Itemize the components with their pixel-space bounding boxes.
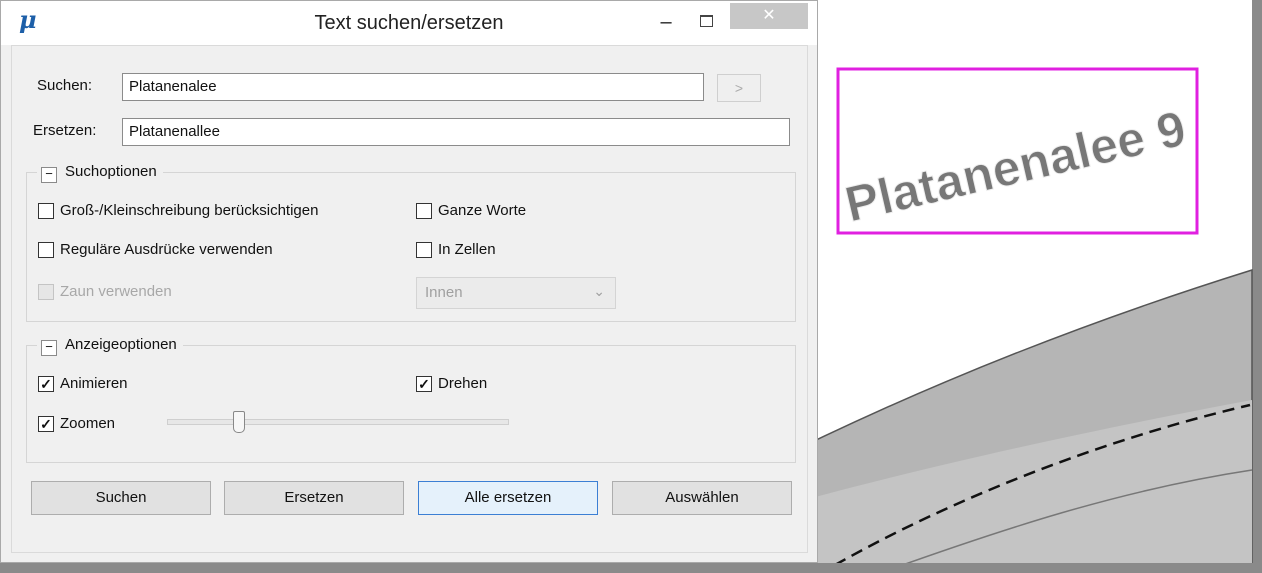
checkbox-box	[38, 283, 54, 300]
in-cells-checkbox[interactable]: In Zellen	[416, 241, 496, 258]
select-button[interactable]: Auswählen	[612, 481, 792, 515]
zoom-label: Zoomen	[60, 415, 116, 432]
checkbox-box[interactable]	[416, 202, 432, 219]
display-options-group	[26, 345, 796, 463]
in-cells-label: In Zellen	[438, 241, 496, 258]
rotate-label: Drehen	[438, 375, 488, 392]
search-button[interactable]: Suchen	[31, 481, 211, 515]
replace-label: Ersetzen:	[33, 122, 97, 139]
case-sensitive-checkbox[interactable]: Groß-/Kleinschreibung berücksichtigen	[38, 202, 318, 219]
rotate-checkbox[interactable]: ✓ Drehen	[416, 375, 487, 392]
search-label: Suchen:	[37, 77, 93, 94]
zoom-checkbox[interactable]: ✓ Zoomen	[38, 415, 115, 432]
use-fence-label: Zaun verwenden	[60, 283, 172, 300]
maximize-icon	[699, 15, 713, 27]
title-bar: μ Text suchen/ersetzen – ✕	[1, 1, 817, 45]
find-next-button[interactable]: >	[717, 74, 761, 102]
search-options-header[interactable]: − Suchoptionen	[37, 163, 163, 183]
replace-button[interactable]: Ersetzen	[224, 481, 404, 515]
regex-label: Reguläre Ausdrücke verwenden	[60, 241, 273, 258]
checkmark-icon[interactable]: ✓	[416, 375, 432, 392]
zoom-slider-track[interactable]	[167, 419, 509, 425]
close-button[interactable]: ✕	[730, 3, 808, 29]
checkbox-box[interactable]	[38, 202, 54, 219]
collapse-icon[interactable]: −	[41, 340, 57, 356]
fence-mode-select: Innen ⌄	[416, 277, 616, 309]
collapse-icon[interactable]: −	[41, 167, 57, 183]
search-options-title: Suchoptionen	[65, 163, 157, 180]
display-options-header[interactable]: − Anzeigeoptionen	[37, 336, 183, 356]
animate-label: Animieren	[60, 375, 128, 392]
checkbox-box[interactable]	[38, 241, 54, 258]
fence-mode-value: Innen	[425, 284, 463, 301]
zoom-slider-thumb[interactable]	[233, 411, 245, 433]
animate-checkbox[interactable]: ✓ Animieren	[38, 375, 128, 392]
whole-words-checkbox[interactable]: Ganze Worte	[416, 202, 526, 219]
checkmark-icon[interactable]: ✓	[38, 375, 54, 392]
view-border-bottom	[0, 563, 1262, 573]
case-sensitive-label: Groß-/Kleinschreibung berücksichtigen	[60, 202, 319, 219]
maximize-button[interactable]	[693, 7, 719, 37]
search-input[interactable]: Platanenalee	[122, 73, 704, 101]
use-fence-checkbox: Zaun verwenden	[38, 283, 172, 300]
whole-words-label: Ganze Worte	[438, 202, 527, 219]
chevron-down-icon: ⌄	[593, 283, 605, 299]
find-replace-dialog: μ Text suchen/ersetzen – ✕ Suchen: Plata…	[0, 0, 818, 563]
regex-checkbox[interactable]: Reguläre Ausdrücke verwenden	[38, 241, 273, 258]
display-options-title: Anzeigeoptionen	[65, 336, 177, 353]
minimize-button[interactable]: –	[653, 7, 679, 37]
checkbox-box[interactable]	[416, 241, 432, 258]
replace-all-button[interactable]: Alle ersetzen	[418, 481, 598, 515]
view-border-right	[1252, 0, 1262, 573]
checkmark-icon[interactable]: ✓	[38, 415, 54, 432]
replace-input[interactable]: Platanenallee	[122, 118, 790, 146]
